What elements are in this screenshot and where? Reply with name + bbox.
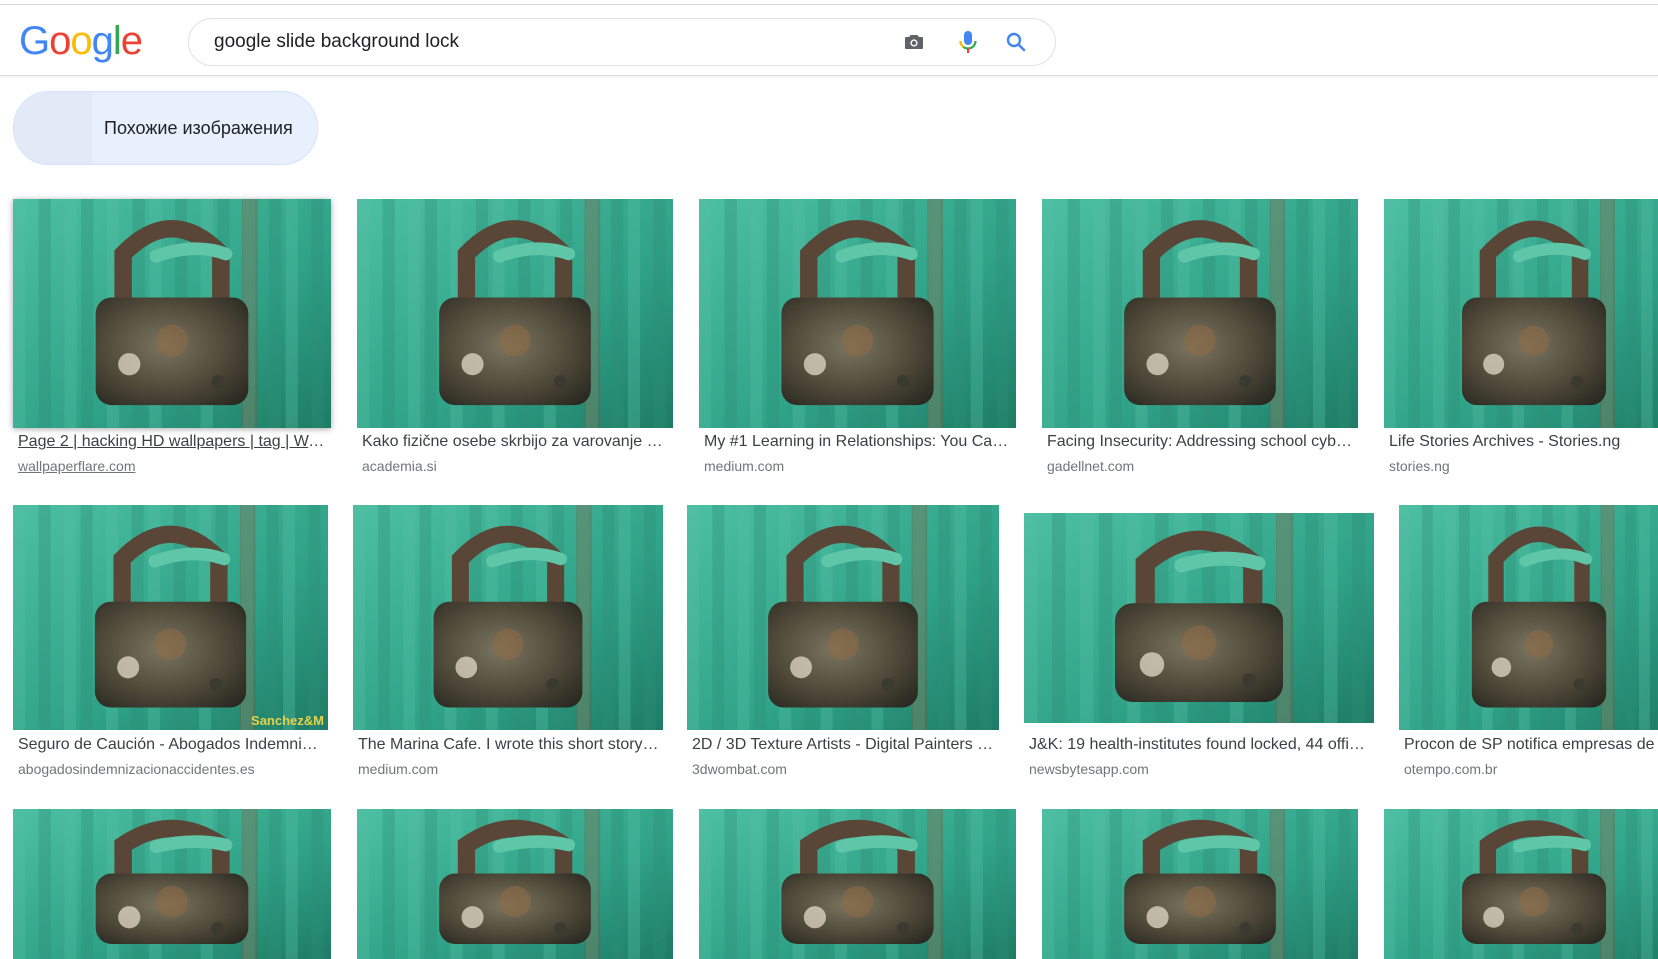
result-thumbnail[interactable] [353, 505, 663, 730]
search-box [188, 18, 1056, 66]
header-bar: Google [0, 5, 1658, 76]
result-thumbnail[interactable]: Sanchez&M [13, 505, 328, 730]
result-thumbnail[interactable] [13, 809, 331, 959]
result-thumbnail[interactable] [357, 199, 673, 428]
search-icon[interactable] [1001, 27, 1031, 57]
result-thumbnail[interactable] [1024, 513, 1374, 723]
chip-label: Похожие изображения [104, 118, 293, 138]
logo-letter: e [120, 19, 143, 63]
result-source[interactable]: otempo.com.br [1404, 761, 1658, 777]
result-source[interactable]: abogadosindemnizacionaccidentes.es [18, 761, 325, 777]
result-title[interactable]: My #1 Learning in Relationships: You Can… [704, 433, 1013, 451]
result-title[interactable]: Procon de SP notifica empresas de te [1404, 736, 1658, 754]
result-thumbnail[interactable] [1399, 505, 1658, 730]
result-source[interactable]: stories.ng [1389, 458, 1658, 474]
result-source[interactable]: medium.com [358, 761, 660, 777]
result-thumbnail[interactable] [357, 809, 673, 959]
result-title[interactable]: Facing Insecurity: Addressing school cyb… [1047, 433, 1355, 451]
logo-letter: l [112, 19, 122, 63]
result-source[interactable]: medium.com [704, 458, 1013, 474]
search-input[interactable] [214, 19, 854, 65]
result-thumbnail[interactable] [1042, 199, 1358, 428]
result-thumbnail[interactable] [1384, 199, 1658, 428]
result-thumbnail[interactable] [687, 505, 999, 730]
result-title[interactable]: Seguro de Caución - Abogados Indemniza..… [18, 736, 325, 754]
result-thumbnail[interactable] [699, 809, 1016, 959]
result-thumbnail[interactable] [1384, 809, 1658, 959]
result-source[interactable]: 3dwombat.com [692, 761, 996, 777]
google-logo[interactable]: Google [19, 19, 143, 63]
logo-letter: g [91, 19, 114, 63]
result-thumbnail[interactable] [13, 199, 331, 428]
logo-letter: o [49, 19, 71, 63]
related-images-chip[interactable]: Похожие изображения [13, 91, 318, 165]
result-source[interactable]: academia.si [362, 458, 670, 474]
result-title[interactable]: J&K: 19 health-institutes found locked, … [1029, 736, 1371, 754]
result-source[interactable]: gadellnet.com [1047, 458, 1355, 474]
result-title[interactable]: 2D / 3D Texture Artists - Digital Painte… [692, 736, 996, 754]
result-thumbnail[interactable] [1042, 809, 1358, 959]
logo-letter: G [19, 19, 50, 63]
result-thumbnail[interactable] [699, 199, 1016, 428]
chip-thumbnail [14, 92, 92, 164]
camera-icon[interactable] [899, 27, 929, 57]
result-source[interactable]: newsbytesapp.com [1029, 761, 1371, 777]
result-source[interactable]: wallpaperflare.com [18, 458, 328, 474]
result-title[interactable]: Life Stories Archives - Stories.ng [1389, 433, 1658, 451]
microphone-icon[interactable] [953, 27, 983, 57]
result-title[interactable]: Kako fizične osebe skrbijo za varovanje … [362, 433, 670, 451]
result-title[interactable]: Page 2 | hacking HD wallpapers | tag | W… [18, 433, 328, 451]
result-title[interactable]: The Marina Cafe. I wrote this short stor… [358, 736, 660, 754]
logo-letter: o [70, 19, 92, 63]
svg-text:Sanchez&M: Sanchez&M [251, 713, 324, 728]
